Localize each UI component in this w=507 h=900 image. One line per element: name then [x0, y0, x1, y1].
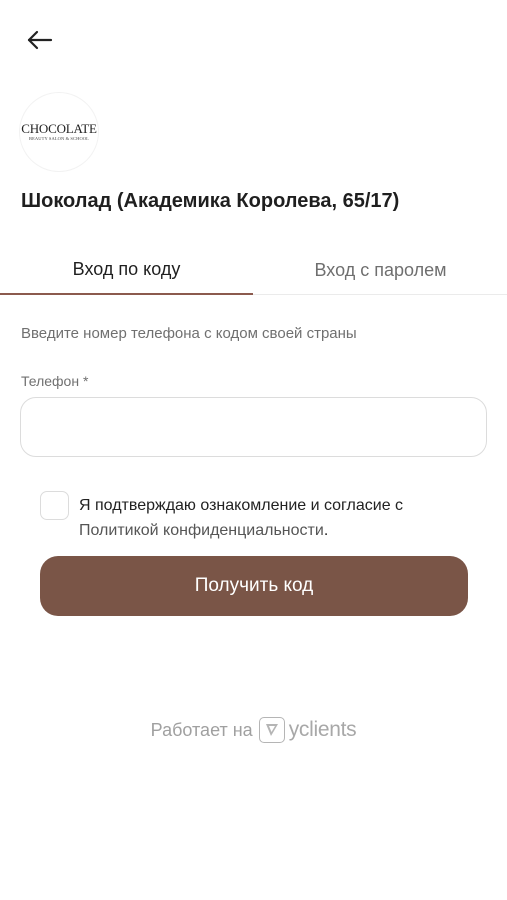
arrow-left-icon	[27, 30, 53, 50]
salon-logo: CHOCOLATE BEAUTY SALON & SCHOOL	[20, 93, 98, 171]
tab-password-login[interactable]: Вход с паролем	[254, 246, 507, 294]
yclients-brand[interactable]: yclients	[289, 718, 357, 742]
logo-name: CHOCOLATE	[21, 121, 97, 136]
back-button[interactable]	[20, 24, 60, 56]
consent-label: Я подтверждаю ознакомление и согласие с	[79, 497, 404, 514]
logo-subtitle: BEAUTY SALON & SCHOOL	[28, 136, 90, 141]
tab-code-login[interactable]: Вход по коду	[0, 246, 253, 295]
login-tabs: Вход по коду Вход с паролем	[0, 246, 507, 295]
powered-by-footer: Работает на yclients	[0, 714, 507, 746]
get-code-button[interactable]: Получить код	[40, 556, 468, 616]
privacy-policy-link[interactable]: Политикой конфиденциальности	[79, 522, 324, 539]
consent-period: .	[323, 522, 329, 539]
powered-by-label: Работает на	[150, 719, 253, 740]
phone-hint: Введите номер телефона с кодом своей стр…	[21, 325, 357, 342]
yclients-logo-icon	[258, 717, 285, 743]
phone-input[interactable]	[20, 397, 487, 457]
consent-text: Я подтверждаю ознакомление и согласие с …	[79, 493, 479, 543]
page-title: Шоколад (Академика Королева, 65/17)	[21, 190, 400, 212]
consent-checkbox[interactable]	[40, 491, 69, 520]
phone-label: Телефон *	[21, 373, 89, 389]
